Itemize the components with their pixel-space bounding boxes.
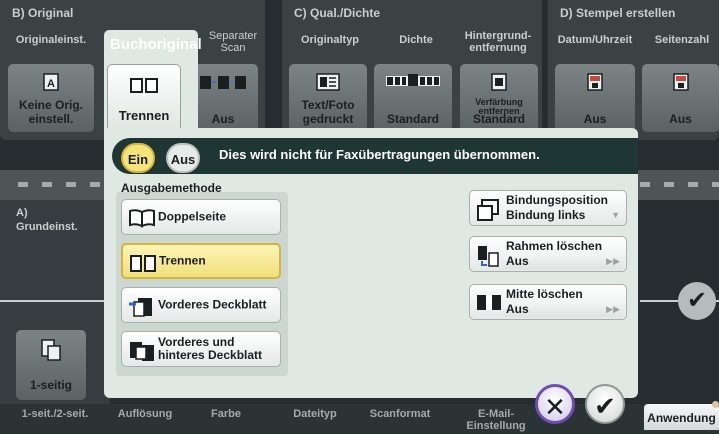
option-label: Trennen — [159, 253, 206, 268]
double-chevron-right-icon: ▶▶ — [606, 304, 620, 314]
setting-value: Aus — [506, 302, 529, 316]
svg-text:A: A — [47, 78, 55, 90]
ok-check-icon[interactable]: ✔ — [678, 282, 716, 320]
chevron-down-icon: ▼ — [611, 210, 620, 220]
bottom-tab-farbe[interactable]: Farbe — [196, 408, 256, 420]
left-section-label: A) Grundeinst. — [16, 206, 78, 234]
tile-originaltyp[interactable]: Text/Foto gedruckt — [289, 64, 367, 132]
col-hintergrund: Hintergrund-entfernung — [464, 30, 532, 54]
center-erase-button[interactable]: Mitte löschen Aus ▶▶ — [469, 284, 627, 320]
document-a-icon: A — [41, 72, 61, 95]
tile-label: Standard — [386, 112, 439, 126]
double-chevron-right-icon: ▶▶ — [606, 256, 620, 266]
date-stamp-icon — [585, 72, 605, 95]
frame-erase-button[interactable]: Rahmen löschen Aus ▶▶ — [469, 236, 627, 272]
col-datum-uhrzeit: Datum/Uhrzeit — [557, 34, 633, 46]
front-cover-icon — [128, 296, 156, 321]
tile-label: Aus — [669, 112, 692, 126]
tile-label: 1-seitig — [29, 378, 72, 392]
setting-value: Bindung links — [506, 208, 586, 222]
text-photo-icon — [315, 72, 341, 95]
option-label: Vorderes und hinteres Deckblatt — [158, 335, 263, 362]
open-book-icon — [128, 208, 156, 231]
bottom-tab-seitig[interactable]: 1-seit./2-seit. — [12, 408, 98, 420]
output-method-title: Ausgabemethode — [121, 181, 222, 195]
separate-scan-icon — [198, 72, 248, 95]
tile-keine-orig[interactable]: A Keine Orig. einstell. — [8, 64, 94, 132]
setting-title: Mitte löschen — [506, 287, 583, 301]
check-icon: ✔ — [594, 391, 616, 421]
bottom-tab-dateityp[interactable]: Dateityp — [280, 408, 350, 420]
tile-label: Aus — [211, 112, 235, 126]
col-separater-scan: Separater Scan — [208, 30, 258, 54]
open-book-icon — [129, 75, 159, 98]
setting-value: Aus — [506, 254, 529, 268]
application-indicator — [712, 401, 719, 408]
bottom-tab-email[interactable]: E-Mail-Einstellung — [458, 408, 534, 432]
section-title: D) Stempel erstellen — [560, 6, 676, 20]
binding-position-button[interactable]: Bindungsposition Bindung links ▼ — [469, 190, 627, 226]
section-title: C) Qual./Dichte — [294, 6, 381, 20]
option-vorderes-hinteres-deckblatt[interactable]: Vorderes und hinteres Deckblatt — [121, 331, 281, 367]
tile-seitenzahl[interactable]: Aus — [642, 64, 719, 132]
option-trennen[interactable]: Trennen — [121, 243, 281, 279]
tile-label: Text/Foto gedruckt — [301, 98, 355, 126]
tile-label: Trennen — [118, 108, 170, 123]
close-icon: ✕ — [544, 392, 566, 422]
col-originaleinst: Originaleinst. — [15, 34, 87, 46]
option-label: Doppelseite — [158, 209, 227, 224]
density-scale-icon — [385, 72, 441, 91]
toggle-on-button[interactable]: Ein — [121, 143, 155, 173]
section-title: B) Original — [12, 6, 74, 20]
toggle-off-button[interactable]: Aus — [166, 143, 200, 173]
option-doppelseite[interactable]: Doppelseite — [121, 199, 281, 235]
frame-erase-icon — [476, 244, 500, 271]
page-number-icon — [671, 72, 691, 95]
tile-label: Aus — [583, 112, 607, 126]
background-removal-icon — [489, 72, 509, 95]
simplex-icon — [40, 338, 62, 365]
application-tab[interactable]: Anwendung — [644, 404, 719, 430]
option-vorderes-deckblatt[interactable]: Vorderes Deckblatt — [121, 287, 281, 323]
option-label: Vorderes Deckblatt — [158, 297, 267, 312]
bottom-tab-scanformat[interactable]: Scanformat — [360, 408, 440, 420]
ok-button[interactable]: ✔ — [585, 384, 625, 424]
tile-1-seitig[interactable]: 1-seitig — [16, 330, 86, 400]
left-section-letter: A) — [16, 207, 28, 219]
binding-position-icon — [476, 198, 500, 225]
tile-hintergrund[interactable]: Verfärbung entfernen Standard — [460, 64, 538, 132]
center-erase-icon — [476, 292, 502, 315]
setting-title: Rahmen löschen — [506, 239, 603, 253]
tile-trennen[interactable]: Trennen — [107, 64, 181, 132]
tile-dichte[interactable]: Standard — [374, 64, 452, 132]
col-dichte: Dichte — [399, 34, 433, 46]
popup-notice: Dies wird nicht für Faxübertragungen übe… — [219, 147, 540, 162]
col-seitenzahl: Seitenzahl — [654, 34, 710, 46]
tile-separater-scan[interactable]: Aus — [188, 64, 258, 132]
cancel-button[interactable]: ✕ — [535, 384, 575, 424]
tile-datum-uhrzeit[interactable]: Aus — [555, 64, 635, 132]
divider — [0, 300, 120, 302]
buchoriginal-title: Buchoriginal — [110, 36, 202, 53]
tile-label: Standard — [472, 112, 525, 126]
front-back-cover-icon — [128, 340, 156, 365]
col-originaltyp: Originaltyp — [300, 34, 360, 46]
setting-title: Bindungsposition — [506, 193, 608, 207]
left-section-name: Grundeinst. — [16, 221, 78, 233]
split-pages-icon — [129, 253, 157, 276]
tile-label: Keine Orig. einstell. — [18, 98, 83, 126]
bottom-tab-aufloesung[interactable]: Auflösung — [110, 408, 180, 420]
